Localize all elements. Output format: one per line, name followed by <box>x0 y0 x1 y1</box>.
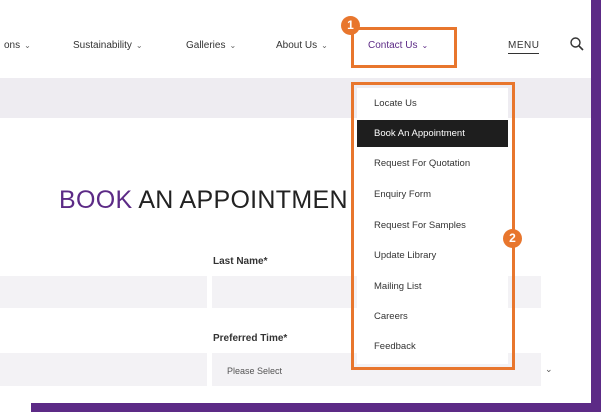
nav-item-label: Sustainability <box>73 40 132 51</box>
nav-item-label: About Us <box>276 40 318 51</box>
annotation-box-contact-us <box>351 27 457 68</box>
search-icon[interactable] <box>569 36 585 52</box>
nav-item-collections[interactable]: ons ⌄ <box>4 40 31 51</box>
nav-item-label: Galleries <box>186 40 226 51</box>
chevron-down-icon: ⌄ <box>545 364 553 374</box>
menu-button[interactable]: MENU <box>508 40 540 54</box>
chevron-down-icon: ⌄ <box>24 41 31 50</box>
annotation-badge-1: 1 <box>341 16 360 35</box>
nav-item-sustainability[interactable]: Sustainability ⌄ <box>73 40 143 51</box>
chevron-down-icon: ⌄ <box>135 41 143 50</box>
nav-item-galleries[interactable]: Galleries ⌄ <box>186 40 236 51</box>
first-name-field[interactable] <box>0 276 207 308</box>
nav-item-about-us[interactable]: About Us ⌄ <box>276 40 328 51</box>
preferred-date-field[interactable] <box>0 353 207 386</box>
page-title-accent: BOOK <box>59 186 133 214</box>
frame-border-right <box>591 0 601 412</box>
annotation-box-dropdown <box>351 82 515 370</box>
preferred-time-label: Preferred Time* <box>213 333 288 344</box>
last-name-label: Last Name* <box>213 256 268 267</box>
page-title-rest: AN APPOINTMEN <box>132 186 348 214</box>
preferred-time-value: Please Select <box>227 366 283 376</box>
frame-border-bottom <box>31 403 601 412</box>
nav-item-label: ons <box>4 40 21 51</box>
chevron-down-icon: ⌄ <box>229 41 237 50</box>
chevron-down-icon: ⌄ <box>321 41 328 50</box>
annotation-badge-2: 2 <box>503 229 522 248</box>
page-title: BOOK AN APPOINTMEN <box>59 186 348 215</box>
